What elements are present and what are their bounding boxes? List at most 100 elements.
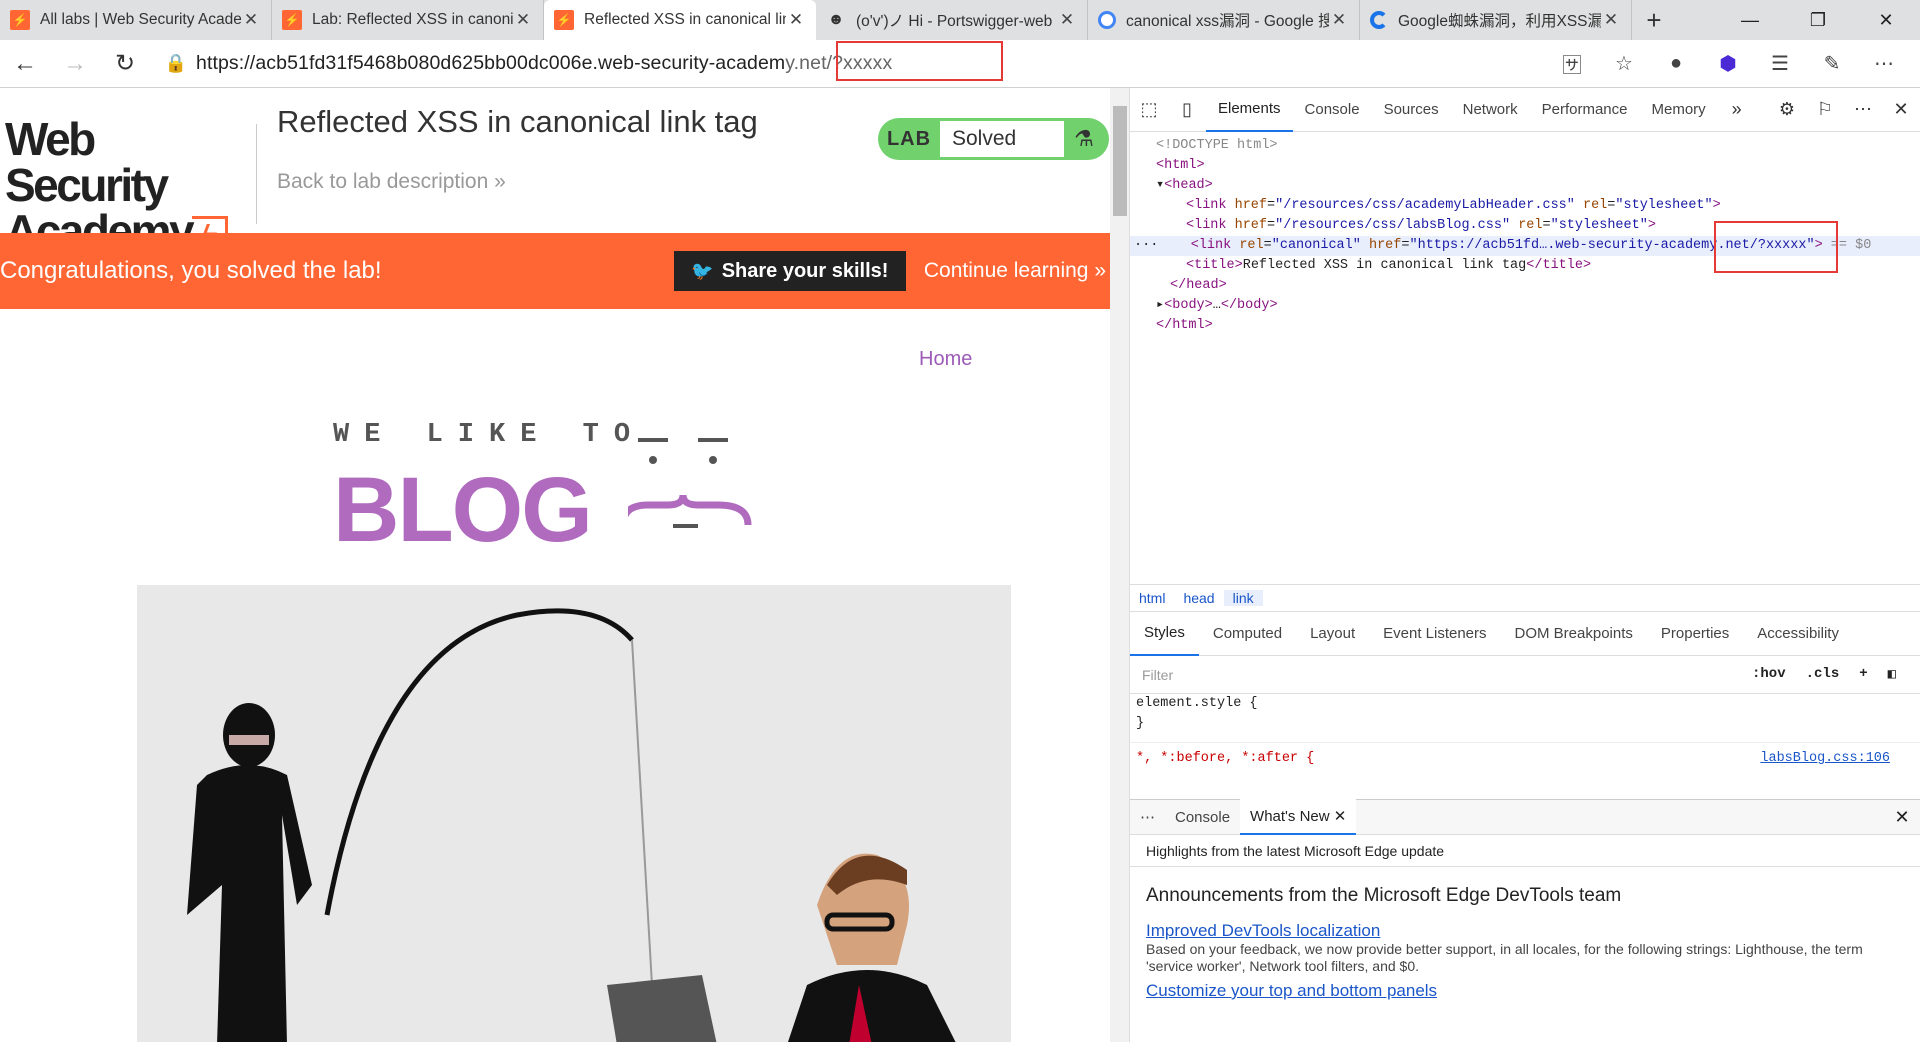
whats-new-panel: Announcements from the Microsoft Edge De…	[1130, 867, 1900, 1042]
tab-network[interactable]: Network	[1451, 88, 1530, 132]
hov-toggle[interactable]: :hov	[1742, 666, 1796, 683]
more-menu-icon[interactable]: ⋯	[1858, 40, 1910, 88]
computed-sidebar-icon[interactable]: ◧	[1878, 666, 1906, 683]
url-main: https://acb51fd31f5468b080d625bb00dc006e…	[196, 52, 786, 74]
subtab-computed[interactable]: Computed	[1199, 612, 1296, 656]
more-tabs-icon[interactable]: »	[1718, 99, 1756, 120]
dom-line[interactable]: ▾<head>	[1130, 176, 1920, 196]
tab-title: Google蜘蛛漏洞，利用XSS漏洞	[1398, 13, 1601, 30]
url-text[interactable]: https://acb51fd31f5468b080d625bb00dc006e…	[196, 52, 892, 75]
improved-localization-link[interactable]: Improved DevTools localization	[1146, 921, 1884, 941]
address-bar[interactable]: 🔒 https://acb51fd31f5468b080d625bb00dc00…	[156, 44, 1476, 83]
share-label: Share your skills!	[721, 259, 889, 282]
refresh-icon[interactable]: ↻	[100, 40, 150, 88]
more-options-icon[interactable]: ⋯	[1844, 99, 1882, 120]
tab-title: Lab: Reflected XSS in canonical link tag	[312, 11, 513, 28]
favorite-star-icon[interactable]: ☆	[1598, 40, 1650, 88]
close-tab-icon[interactable]: ✕	[513, 10, 533, 30]
close-tab-icon[interactable]: ✕	[1057, 10, 1077, 30]
breadcrumb-link[interactable]: link	[1223, 590, 1263, 606]
stylesheet-source-link[interactable]: labsBlog.css:106	[1760, 749, 1890, 769]
close-tab-icon[interactable]: ✕	[241, 10, 261, 30]
feedback-icon[interactable]: ⚐	[1806, 99, 1844, 120]
back-link-text: Back to lab description	[277, 170, 489, 193]
minimize-icon[interactable]: —	[1716, 0, 1784, 40]
page-scrollbar-thumb[interactable]	[1113, 106, 1127, 216]
drawer-menu-icon[interactable]: ⋯	[1130, 799, 1165, 835]
forward-arrow-icon[interactable]: →	[50, 40, 100, 88]
close-tab-icon[interactable]: ✕	[786, 10, 806, 30]
browser-window: ⚡ All labs | Web Security Academy ✕ ⚡ La…	[0, 0, 1920, 1042]
element-style-rule[interactable]: element.style {	[1130, 694, 1920, 714]
extension-circle-icon[interactable]: ●	[1650, 40, 1702, 88]
dom-line[interactable]: </head>	[1130, 276, 1920, 296]
congratulations-message: Congratulations, you solved the lab!	[0, 257, 382, 284]
drawer-tab-console[interactable]: Console	[1165, 799, 1240, 835]
translate-icon[interactable]: 🈂	[1546, 40, 1598, 88]
close-drawer-icon[interactable]: ✕	[1884, 807, 1920, 828]
browser-tab-active[interactable]: ⚡ Reflected XSS in canonical link tag ✕	[544, 0, 816, 40]
dom-line[interactable]: </html>	[1130, 316, 1920, 336]
tab-memory[interactable]: Memory	[1640, 88, 1718, 132]
twitter-icon: 🐦	[691, 260, 714, 281]
psa-icon: ⚡	[554, 10, 574, 30]
dom-line[interactable]: ▸<body>…</body>	[1130, 296, 1920, 316]
page-scrollbar[interactable]	[1110, 88, 1130, 1042]
tab-console[interactable]: Console	[1293, 88, 1372, 132]
tab-elements[interactable]: Elements	[1206, 88, 1293, 132]
tab-title: All labs | Web Security Academy	[40, 11, 241, 28]
cls-toggle[interactable]: .cls	[1796, 666, 1850, 683]
subtab-dom-breakpoints[interactable]: DOM Breakpoints	[1501, 612, 1647, 656]
back-to-lab-description-link[interactable]: Back to lab description »	[277, 170, 506, 194]
dom-tree[interactable]: <!DOCTYPE html> <html> ▾<head> <link hre…	[1130, 132, 1920, 622]
psa-icon: ⚡	[282, 10, 302, 30]
new-tab-button[interactable]: +	[1632, 0, 1676, 40]
star-rule-selector[interactable]: *, *:before, *:after {	[1136, 751, 1314, 766]
subtab-layout[interactable]: Layout	[1296, 612, 1369, 656]
profile-icon[interactable]: ✎	[1806, 40, 1858, 88]
subtab-styles[interactable]: Styles	[1130, 612, 1199, 656]
share-skills-button[interactable]: 🐦 Share your skills!	[673, 251, 906, 291]
settings-gear-icon[interactable]: ⚙	[1768, 99, 1806, 120]
close-tab-icon[interactable]: ✕	[1601, 10, 1621, 30]
inspect-element-icon[interactable]: ⬚	[1130, 99, 1168, 120]
face-icon	[628, 438, 752, 528]
browser-tab[interactable]: canonical xss漏洞 - Google 搜索 ✕	[1088, 0, 1360, 40]
tab-sources[interactable]: Sources	[1372, 88, 1451, 132]
back-arrow-icon[interactable]: ←	[0, 40, 50, 88]
continue-label: Continue learning	[923, 259, 1089, 282]
dom-line[interactable]: <html>	[1130, 156, 1920, 176]
restore-icon[interactable]: ❐	[1784, 0, 1852, 40]
subtab-event-listeners[interactable]: Event Listeners	[1369, 612, 1500, 656]
browser-tab[interactable]: Google蜘蛛漏洞，利用XSS漏洞 ✕	[1360, 0, 1632, 40]
tab-performance[interactable]: Performance	[1530, 88, 1640, 132]
browser-tab[interactable]: ☻ (o'v')ノ Hi - Portswigger-web ✕	[816, 0, 1088, 40]
dom-line[interactable]: <link href="/resources/css/academyLabHea…	[1130, 196, 1920, 216]
extension-hex-icon[interactable]: ⬢	[1702, 40, 1754, 88]
continue-learning-link[interactable]: Continue learning »	[924, 259, 1106, 283]
styles-pane[interactable]: element.style { } *, *:before, *:after {…	[1130, 694, 1920, 784]
new-rule-icon[interactable]: +	[1849, 666, 1877, 683]
close-devtools-icon[interactable]: ✕	[1882, 99, 1920, 120]
styles-filter-input[interactable]: Filter	[1136, 660, 1726, 689]
customize-panels-link[interactable]: Customize your top and bottom panels	[1146, 981, 1884, 1001]
favorites-list-icon[interactable]: ☰	[1754, 40, 1806, 88]
rule-close: }	[1136, 716, 1145, 731]
breadcrumb-html[interactable]: html	[1130, 590, 1174, 606]
lab-status-badge: LAB Solved ⚗	[878, 118, 1109, 160]
home-link[interactable]: Home	[919, 348, 972, 371]
lock-icon[interactable]: 🔒	[156, 53, 196, 74]
device-toolbar-icon[interactable]: ▯	[1168, 99, 1206, 120]
tab-title: (o'v')ノ Hi - Portswigger-web	[856, 13, 1053, 30]
highlight-box	[1714, 221, 1838, 273]
browser-tab[interactable]: ⚡ All labs | Web Security Academy ✕	[0, 0, 272, 40]
blog-post-image[interactable]	[137, 585, 1011, 1042]
browser-tab[interactable]: ⚡ Lab: Reflected XSS in canonical link t…	[272, 0, 544, 40]
drawer-tab-whats-new[interactable]: What's New ✕	[1240, 799, 1357, 835]
subtab-properties[interactable]: Properties	[1647, 612, 1743, 656]
close-tab-icon[interactable]: ✕	[1329, 10, 1349, 30]
dom-line[interactable]: <!DOCTYPE html>	[1130, 136, 1920, 156]
breadcrumb-head[interactable]: head	[1174, 590, 1223, 606]
close-window-icon[interactable]: ✕	[1852, 0, 1920, 40]
subtab-accessibility[interactable]: Accessibility	[1743, 612, 1853, 656]
